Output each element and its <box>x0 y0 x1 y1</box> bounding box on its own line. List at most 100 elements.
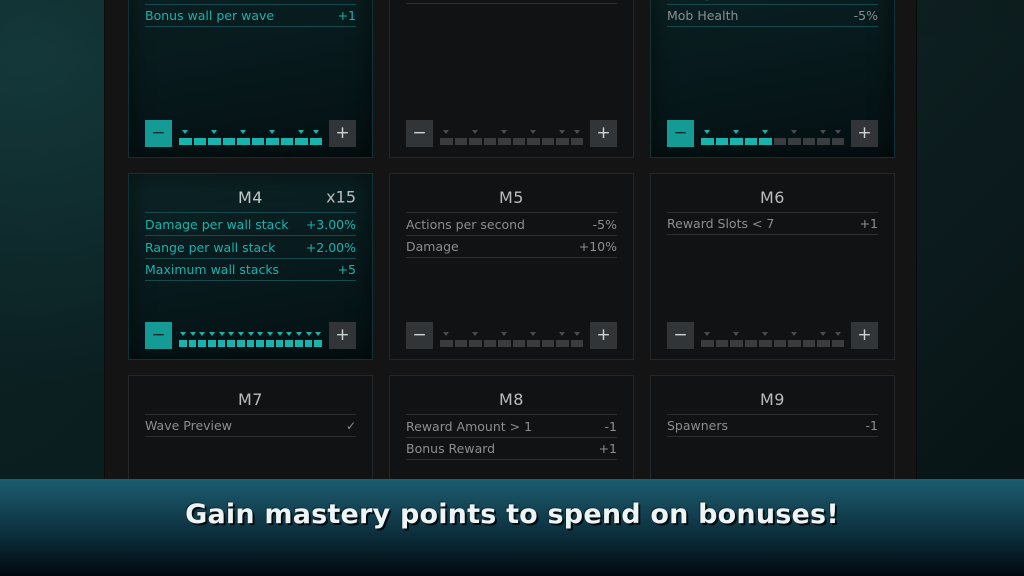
stat-row: Spawners -1 <box>667 414 878 437</box>
increase-button[interactable]: + <box>590 120 617 147</box>
level-segment <box>266 339 274 347</box>
level-segment <box>208 339 216 347</box>
stat-label: Damage per wall stack <box>145 216 289 232</box>
level-segment <box>556 137 569 145</box>
increase-button[interactable]: + <box>590 322 617 349</box>
level-control: − + <box>406 120 617 147</box>
level-segment <box>198 339 207 347</box>
level-segment <box>314 339 323 347</box>
level-segment <box>744 339 757 347</box>
level-segment <box>217 339 226 347</box>
level-segment <box>570 137 583 145</box>
level-segment <box>512 339 525 347</box>
level-segment-bar[interactable] <box>440 325 583 347</box>
decrease-button[interactable]: − <box>406 322 433 349</box>
card-stat-list: Reward Slots < 7 +1 <box>667 212 878 235</box>
stat-value: -1 <box>604 418 617 434</box>
level-segment <box>759 137 772 145</box>
level-segment <box>527 339 540 347</box>
stat-row: Maximum wall stacks +5 <box>145 258 356 281</box>
mastery-card-m1[interactable]: M1x10Walls+10Bonus wall per wave+1−+ <box>128 0 373 158</box>
card-header: M7 <box>145 384 356 414</box>
level-segment <box>570 339 583 347</box>
stat-label: Reward Slots < 7 <box>667 216 775 231</box>
level-segment <box>237 137 250 145</box>
stat-label: Actions per second <box>406 216 525 232</box>
level-segment <box>440 339 453 347</box>
level-segment-bar[interactable] <box>440 123 583 145</box>
card-header: M9 <box>667 384 878 414</box>
increase-button[interactable]: + <box>329 322 356 349</box>
level-segment <box>730 137 743 145</box>
decrease-button[interactable]: − <box>667 322 694 349</box>
stat-row: Actions per second -5% <box>406 212 617 235</box>
level-segment <box>715 339 728 347</box>
card-multiplier: x15 <box>326 187 356 207</box>
level-segment-bar[interactable] <box>701 325 844 347</box>
level-segment <box>817 339 830 347</box>
stat-value: -1 <box>865 418 878 433</box>
level-segment <box>512 137 525 145</box>
check-icon: ✓ <box>345 418 356 433</box>
stat-value: +10% <box>578 239 617 254</box>
stat-row: Damage +10% <box>406 235 617 258</box>
level-segment-bar[interactable] <box>179 123 322 145</box>
decrease-button[interactable]: − <box>667 120 694 147</box>
card-title: M6 <box>760 187 785 207</box>
level-segment <box>759 339 772 347</box>
card-header: M6 <box>667 182 878 212</box>
increase-button[interactable]: + <box>851 120 878 147</box>
mastery-card-m2[interactable]: M2Rare Roll Chance+25%−+ <box>389 0 634 158</box>
increase-button[interactable]: + <box>851 322 878 349</box>
level-segment <box>817 137 830 145</box>
stat-label: Bonus Reward <box>406 441 496 456</box>
level-segment-bar[interactable] <box>179 325 323 347</box>
level-segment <box>193 137 206 145</box>
stat-row: Bonus wall per wave +1 <box>145 4 356 27</box>
card-stat-list: Reward Amount > 1 -1 Bonus Reward +1 <box>406 414 617 460</box>
level-segment <box>541 137 554 145</box>
stat-value: +2.00% <box>305 239 356 255</box>
stat-label: Walls <box>145 0 178 1</box>
stat-row: Bonus Reward +1 <box>406 437 617 460</box>
level-segment <box>280 137 293 145</box>
level-control: − + <box>145 120 356 147</box>
decrease-button[interactable]: − <box>145 322 172 349</box>
level-segment <box>498 339 511 347</box>
card-title: M9 <box>760 389 785 409</box>
level-control: − + <box>667 322 878 349</box>
level-segment <box>527 137 540 145</box>
stat-row: Wave Preview ✓ <box>145 414 356 437</box>
card-header: M4 x15 <box>145 182 356 212</box>
stat-value: +1 <box>859 216 878 231</box>
mastery-card-m4[interactable]: M4 x15 Damage per wall stack +3.00% Range pe… <box>128 173 373 360</box>
increase-button[interactable]: + <box>329 120 356 147</box>
level-segment <box>275 339 284 347</box>
stat-row: Range per wall stack +2.00% <box>145 235 356 258</box>
level-segment <box>227 339 236 347</box>
banner-text: Gain mastery points to spend on bonuses! <box>185 499 839 530</box>
mastery-card-m6[interactable]: M6 Reward Slots < 7 +1− + <box>650 173 895 360</box>
decrease-button[interactable]: − <box>406 120 433 147</box>
level-segment <box>246 339 255 347</box>
level-segment <box>208 137 221 145</box>
stat-label: Maximum wall stacks <box>145 262 280 277</box>
mastery-card-m5[interactable]: M5 Actions per second -5% Damage +10% − + <box>389 173 634 360</box>
card-stat-list: Actions per second -5% Damage +10% <box>406 212 617 258</box>
level-segment <box>469 339 482 347</box>
stat-value: +1 <box>337 8 356 23</box>
stat-row: Reward Slots < 7 +1 <box>667 212 878 235</box>
stat-value: -5% <box>853 8 878 23</box>
level-segment <box>701 137 714 145</box>
stat-value: -25% <box>846 0 878 1</box>
level-segment <box>304 339 313 347</box>
level-segment <box>251 137 264 145</box>
stat-value: -5% <box>592 216 617 232</box>
level-segment <box>256 339 265 347</box>
mastery-card-m3[interactable]: M3x5Mob Speed-25%Mob Health-5%−+ <box>650 0 895 158</box>
level-segment <box>237 339 245 347</box>
level-segment <box>773 339 786 347</box>
level-segment-bar[interactable] <box>701 123 844 145</box>
level-segment <box>730 339 743 347</box>
decrease-button[interactable]: − <box>145 120 172 147</box>
